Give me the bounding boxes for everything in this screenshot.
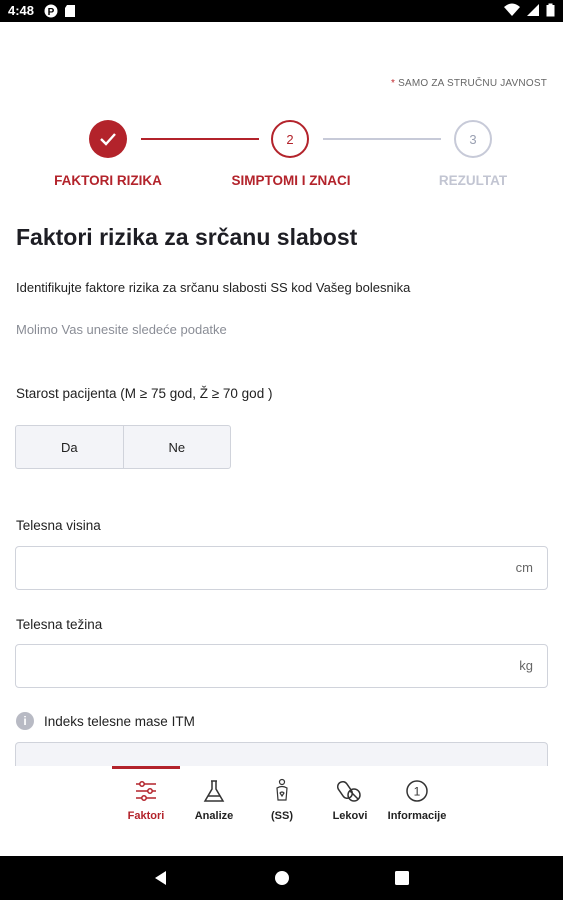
step-3-label[interactable]: REZULTAT — [433, 173, 513, 188]
home-icon[interactable] — [273, 869, 291, 887]
nav-tab-lekovi[interactable]: Lekovi — [316, 778, 384, 822]
age-no-button[interactable]: Ne — [122, 426, 231, 468]
step-connector-2 — [323, 138, 441, 140]
height-unit: cm — [515, 560, 533, 575]
age-question-label: Starost pacijenta (M ≥ 75 god, Ž ≥ 70 go… — [16, 386, 273, 401]
page-subtitle: Identifikujte faktore rizika za srčanu s… — [16, 280, 411, 295]
age-yes-button[interactable]: Da — [16, 426, 123, 468]
recents-icon[interactable] — [394, 869, 410, 887]
progress-stepper: 2 3 FAKTORI RIZIKA SIMPTOMI I ZNACI REZU… — [0, 118, 563, 198]
weight-input[interactable] — [28, 655, 488, 679]
checkmark-icon — [100, 133, 116, 146]
step-2-circle[interactable]: 2 — [271, 120, 309, 158]
step-3-circle[interactable]: 3 — [454, 120, 492, 158]
weight-unit: kg — [519, 658, 533, 673]
height-label: Telesna visina — [16, 518, 101, 533]
professional-notice: * SAMO ZA STRUČNU JAVNOST — [391, 78, 547, 89]
battery-icon — [546, 3, 555, 17]
sliders-icon — [136, 781, 156, 801]
svg-text:P: P — [48, 7, 55, 18]
nav-label-faktori: Faktori — [127, 810, 165, 822]
info-icon[interactable]: i — [16, 712, 34, 730]
step-1-circle[interactable] — [89, 120, 127, 158]
nav-tab-ss[interactable]: (SS) — [248, 778, 316, 822]
nav-tab-faktori[interactable]: Faktori — [112, 778, 180, 822]
nav-label-ss: (SS) — [271, 810, 293, 822]
age-yes-no-toggle: Da Ne — [15, 425, 231, 469]
page-title: Faktori rizika za srčanu slabost — [16, 224, 358, 250]
bottom-navigation: Faktori Analize (SS) Lekovi 1 Informacij… — [0, 766, 563, 856]
svg-text:1: 1 — [414, 785, 421, 799]
step-1-label[interactable]: FAKTORI RIZIKA — [50, 173, 166, 188]
status-time: 4:48 — [8, 3, 35, 18]
form-hint: Molimo Vas unesite sledeće podatke — [16, 322, 227, 337]
weight-field[interactable]: kg — [15, 644, 548, 688]
app-notification-icon: P — [44, 4, 58, 18]
height-input[interactable] — [28, 557, 488, 581]
active-tab-indicator — [112, 766, 180, 769]
flask-icon — [203, 780, 225, 802]
weight-label: Telesna težina — [16, 617, 103, 632]
height-field[interactable]: cm — [15, 546, 548, 590]
signal-icon — [527, 4, 539, 16]
notice-text: SAMO ZA STRUČNU JAVNOST — [398, 78, 547, 89]
bmi-label: Indeks telesne mase ITM — [44, 713, 195, 729]
step-connector-1 — [141, 138, 259, 140]
nav-tab-informacije[interactable]: 1 Informacije — [383, 778, 451, 822]
heart-body-icon — [276, 778, 288, 801]
info-circle-icon: 1 — [406, 780, 428, 802]
pills-icon — [337, 780, 361, 802]
nav-label-analize: Analize — [194, 810, 234, 822]
wifi-icon — [504, 3, 520, 16]
notice-asterisk: * — [391, 78, 396, 89]
bmi-row: i Indeks telesne mase ITM — [16, 712, 195, 730]
system-navigation-bar — [0, 856, 563, 900]
status-bar: 4:48 P — [0, 0, 563, 22]
nav-tab-analize[interactable]: Analize — [180, 778, 248, 822]
nav-label-lekovi: Lekovi — [332, 810, 368, 822]
nav-label-informacije: Informacije — [387, 810, 447, 822]
back-icon[interactable] — [152, 869, 168, 887]
bmi-field — [15, 742, 548, 766]
step-2-label[interactable]: SIMPTOMI I ZNACI — [227, 173, 355, 188]
sd-card-icon — [65, 5, 75, 17]
